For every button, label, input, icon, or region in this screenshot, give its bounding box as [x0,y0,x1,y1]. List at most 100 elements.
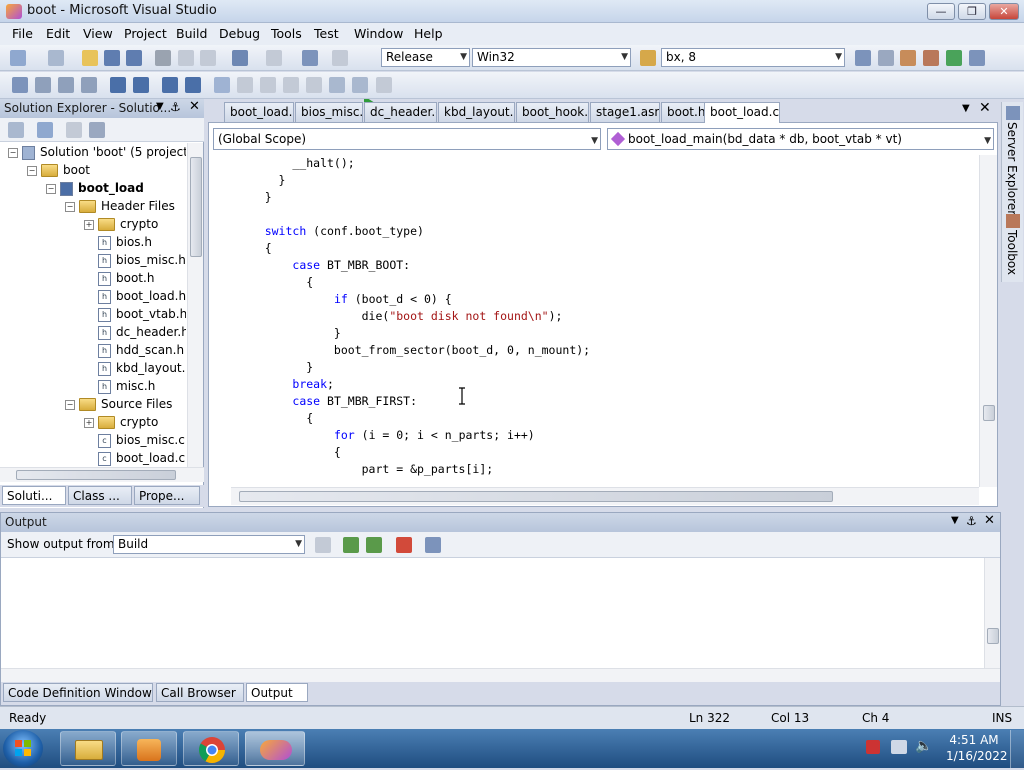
platform-select[interactable]: Win32 ▼ [472,48,631,67]
tree-item[interactable]: h bios_misc.h [84,251,186,269]
start-button[interactable] [3,730,43,767]
configuration-select[interactable]: Release ▼ [381,48,470,67]
tree-item[interactable]: c boot_load.c [84,449,185,467]
panel-tab[interactable]: Prope... [134,486,200,505]
server-explorer-icon[interactable] [1006,106,1020,120]
close-panel-icon[interactable]: ✕ [984,513,995,528]
document-tab[interactable]: stage1.asm [590,102,660,122]
tree-horizontal-scrollbar[interactable] [0,467,204,482]
navigate-backward-icon[interactable] [302,50,318,66]
document-tab[interactable]: boot.h [661,102,705,122]
close-button[interactable]: ✕ [989,3,1019,20]
tree-item[interactable]: + crypto [84,413,158,431]
find-input[interactable]: bx, 8 ▼ [661,48,845,67]
active-files-icon[interactable]: ▼ [962,103,970,114]
panel-tab[interactable]: Soluti... [2,486,66,505]
next-bookmark-icon[interactable] [260,77,276,93]
redo-icon[interactable] [266,50,282,66]
start-page-icon[interactable] [946,50,962,66]
tree-vertical-scrollbar[interactable] [187,143,203,467]
editor-vertical-scrollbar[interactable] [979,155,997,487]
file-explorer-taskbar-button[interactable] [60,731,116,766]
comment-icon[interactable] [162,77,178,93]
menu-edit[interactable]: Edit [46,26,70,41]
scope-select[interactable]: (Global Scope) ▼ [213,128,601,150]
collapse-icon[interactable]: − [65,201,75,212]
pin-icon[interactable]: ⚓ [170,100,181,114]
tree-item[interactable]: h hdd_scan.h [84,341,184,359]
document-tab[interactable]: kbd_layout.c [438,102,515,122]
tree-item[interactable]: − boot_load [46,179,144,197]
next-message-icon[interactable] [366,537,382,553]
function-select[interactable]: boot_load_main(bd_data * db, boot_vtab *… [607,128,994,150]
scrollbar-thumb[interactable] [987,628,999,644]
previous-message-icon[interactable] [343,537,359,553]
previous-bookmark-folder-icon[interactable] [283,77,299,93]
find-message-icon[interactable] [315,537,331,553]
output-source-select[interactable]: Build ▼ [113,535,305,554]
undo-icon[interactable] [232,50,248,66]
menu-view[interactable]: View [83,26,113,41]
editor-horizontal-scrollbar[interactable] [231,487,979,505]
document-tab[interactable]: boot_load.c* [704,102,780,123]
tree-item[interactable]: h boot_vtab.h [84,305,186,323]
collapse-icon[interactable]: − [8,147,18,158]
class-diagram-icon[interactable] [89,122,105,138]
output-panel-tab[interactable]: Output [246,683,308,702]
solution-explorer-icon[interactable] [855,50,871,66]
document-tab[interactable]: boot_load.h [224,102,294,122]
collapse-icon[interactable]: − [27,165,37,176]
toolbox-icon[interactable] [1006,214,1020,228]
chrome-taskbar-button[interactable] [183,731,239,766]
properties-icon[interactable] [878,50,894,66]
increase-indent-icon[interactable] [133,77,149,93]
menu-project[interactable]: Project [124,26,167,41]
output-vertical-scrollbar[interactable] [984,558,1000,668]
output-panel-tab[interactable]: Code Definition Window [3,683,153,702]
add-item-icon[interactable] [48,50,64,66]
object-browser-icon[interactable] [900,50,916,66]
document-tab[interactable]: boot_hook.c [516,102,589,122]
next-bookmark-document-icon[interactable] [352,77,368,93]
tree-item[interactable]: − Source Files [65,395,172,413]
tree-item[interactable]: h boot_load.h [84,287,186,305]
scrollbar-thumb[interactable] [239,491,833,502]
toggle-bookmark-icon[interactable] [214,77,230,93]
menu-file[interactable]: File [12,26,33,41]
properties-icon[interactable] [8,122,24,138]
uncomment-icon[interactable] [185,77,201,93]
menu-test[interactable]: Test [314,26,339,41]
panel-tab[interactable]: Class ... [68,486,132,505]
copy-icon[interactable] [178,50,194,66]
server-explorer-tab[interactable]: Server Explorer [1005,122,1019,215]
save-icon[interactable] [104,50,120,66]
volume-icon[interactable]: 🔈 [915,738,932,754]
toolbox-tab[interactable]: Toolbox [1005,230,1019,275]
maximize-button[interactable]: ❐ [958,3,986,20]
tree-item[interactable]: − Header Files [65,197,175,215]
show-desktop-button[interactable] [1010,730,1024,768]
navigate-forward-icon[interactable] [332,50,348,66]
toggle-word-wrap-icon[interactable] [425,537,441,553]
code-text-area[interactable]: __halt(); } } switch (conf.boot_type) { … [237,155,977,487]
close-document-icon[interactable]: ✕ [979,100,991,116]
cut-icon[interactable] [155,50,171,66]
visual-studio-taskbar-button[interactable] [245,731,305,766]
previous-bookmark-icon[interactable] [237,77,253,93]
save-all-icon[interactable] [126,50,142,66]
output-text-area[interactable] [1,558,984,668]
menu-build[interactable]: Build [176,26,207,41]
command-window-icon[interactable] [969,50,985,66]
action-center-icon[interactable] [866,740,880,754]
tree-item[interactable]: h kbd_layout.h [84,359,186,377]
clear-all-icon[interactable] [396,537,412,553]
tree-item[interactable]: c bios_misc.c [84,431,185,449]
tree-item[interactable]: − boot [27,161,90,179]
tree-item[interactable]: h boot.h [84,269,154,287]
expand-icon[interactable]: + [84,417,94,428]
paste-icon[interactable] [200,50,216,66]
complete-word-icon[interactable] [81,77,97,93]
clock[interactable]: 4:51 AM 1/16/2022 [946,732,1008,764]
decrease-indent-icon[interactable] [110,77,126,93]
tree-item[interactable]: h misc.h [84,377,155,395]
